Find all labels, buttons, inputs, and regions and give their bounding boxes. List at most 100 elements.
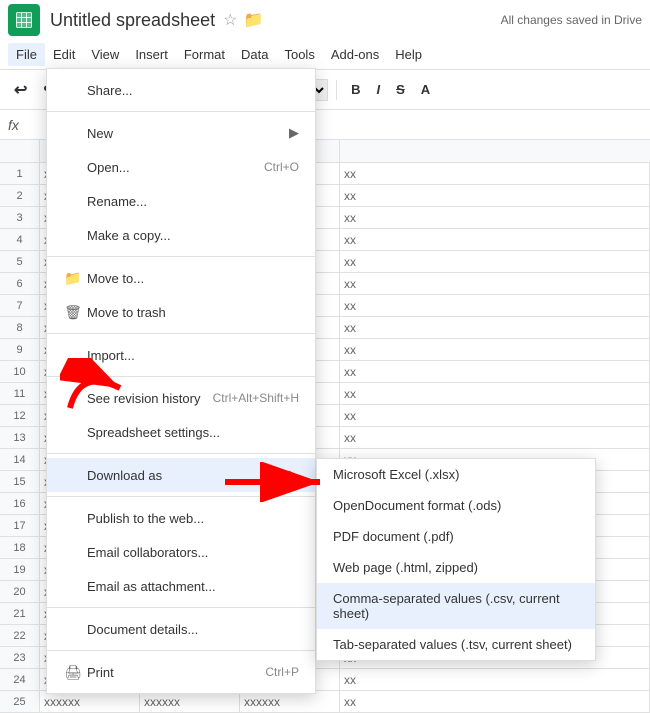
separator2 — [336, 80, 337, 100]
folder-icon[interactable]: 📁 — [243, 10, 263, 30]
menu-download[interactable]: Download as ▶ — [47, 458, 315, 492]
row-number: 11 — [0, 383, 40, 404]
menu-format[interactable]: Format — [176, 43, 233, 66]
menu-settings[interactable]: Spreadsheet settings... — [47, 415, 315, 449]
menu-make-copy[interactable]: Make a copy... — [47, 218, 315, 252]
new-arrow: ▶ — [289, 125, 299, 141]
row-number: 24 — [0, 669, 40, 690]
print-icon: 🖨 — [63, 664, 83, 681]
file-menu-section-move: 📁 Move to... 🗑 Move to trash — [47, 257, 315, 334]
fx-label: fx — [8, 117, 19, 133]
menu-new[interactable]: New ▶ — [47, 116, 315, 150]
cell-rest4[interactable]: xx — [340, 229, 650, 250]
cell-rest24[interactable]: xx — [340, 669, 650, 690]
table-row[interactable]: 25 xxxxxx xxxxxx xxxxxx xx — [0, 691, 650, 713]
row-number: 18 — [0, 537, 40, 558]
file-menu-section-share: Share... — [47, 69, 315, 112]
menu-share[interactable]: Share... — [47, 73, 315, 107]
menu-publish[interactable]: Publish to the web... — [47, 501, 315, 535]
menu-help[interactable]: Help — [387, 43, 430, 66]
menu-tools[interactable]: Tools — [276, 43, 322, 66]
row-number: 23 — [0, 647, 40, 668]
cell-rest11[interactable]: xx — [340, 383, 650, 404]
submenu-ods[interactable]: OpenDocument format (.ods) — [317, 490, 595, 521]
file-menu-section-import: Import... — [47, 334, 315, 377]
submenu-tsv[interactable]: Tab-separated values (.tsv, current shee… — [317, 629, 595, 660]
menu-addons[interactable]: Add-ons — [323, 43, 387, 66]
menu-bar: File Edit View Insert Format Data Tools … — [0, 40, 650, 70]
cell-d25[interactable]: xxxxxx — [40, 691, 140, 712]
cell-rest7[interactable]: xx — [340, 295, 650, 316]
menu-move-to[interactable]: 📁 Move to... — [47, 261, 315, 295]
undo-button[interactable]: ↩ — [8, 78, 33, 102]
menu-edit[interactable]: Edit — [45, 43, 83, 66]
menu-open[interactable]: Open... Ctrl+O — [47, 150, 315, 184]
submenu-csv[interactable]: Comma-separated values (.csv, current sh… — [317, 583, 595, 629]
row-number: 25 — [0, 691, 40, 712]
cell-rest8[interactable]: xx — [340, 317, 650, 338]
title-bar: Untitled spreadsheet ☆ 📁 All changes sav… — [0, 0, 650, 40]
trash-icon: 🗑 — [63, 304, 83, 321]
file-menu-section-new: New ▶ Open... Ctrl+O Rename... Make a co… — [47, 112, 315, 257]
cell-rest5[interactable]: xx — [340, 251, 650, 272]
bold-button[interactable]: B — [345, 80, 366, 99]
row-number: 5 — [0, 251, 40, 272]
revision-shortcut: Ctrl+Alt+Shift+H — [213, 391, 299, 405]
menu-rename[interactable]: Rename... — [47, 184, 315, 218]
print-shortcut: Ctrl+P — [265, 665, 299, 679]
row-number: 12 — [0, 405, 40, 426]
cell-rest2[interactable]: xx — [340, 185, 650, 206]
row-number: 21 — [0, 603, 40, 624]
cell-rest3[interactable]: xx — [340, 207, 650, 228]
download-arrow: ▶ — [289, 467, 299, 483]
cell-e25[interactable]: xxxxxx — [140, 691, 240, 712]
italic-button[interactable]: I — [370, 80, 386, 99]
file-menu-section-print: 🖨 Print Ctrl+P — [47, 651, 315, 693]
row-number: 9 — [0, 339, 40, 360]
row-number: 17 — [0, 515, 40, 536]
row-number: 2 — [0, 185, 40, 206]
row-num-header — [0, 140, 40, 162]
menu-revision[interactable]: See revision history Ctrl+Alt+Shift+H — [47, 381, 315, 415]
col-header-rest — [340, 140, 650, 162]
submenu-html[interactable]: Web page (.html, zipped) — [317, 552, 595, 583]
menu-print[interactable]: 🖨 Print Ctrl+P — [47, 655, 315, 689]
star-icon[interactable]: ☆ — [223, 10, 237, 30]
row-number: 20 — [0, 581, 40, 602]
row-number: 7 — [0, 295, 40, 316]
sheets-logo — [8, 4, 40, 36]
cell-rest9[interactable]: xx — [340, 339, 650, 360]
file-menu-section-download: Download as ▶ — [47, 454, 315, 497]
row-number: 6 — [0, 273, 40, 294]
cell-rest10[interactable]: xx — [340, 361, 650, 382]
row-number: 19 — [0, 559, 40, 580]
menu-import[interactable]: Import... — [47, 338, 315, 372]
submenu-pdf[interactable]: PDF document (.pdf) — [317, 521, 595, 552]
document-title[interactable]: Untitled spreadsheet — [50, 10, 215, 31]
cell-rest12[interactable]: xx — [340, 405, 650, 426]
menu-view[interactable]: View — [83, 43, 127, 66]
row-number: 22 — [0, 625, 40, 646]
cell-rest13[interactable]: xx — [340, 427, 650, 448]
cell-f25[interactable]: xxxxxx — [240, 691, 340, 712]
row-number: 15 — [0, 471, 40, 492]
menu-email-collab[interactable]: Email collaborators... — [47, 535, 315, 569]
menu-data[interactable]: Data — [233, 43, 276, 66]
menu-file[interactable]: File — [8, 43, 45, 66]
row-number: 8 — [0, 317, 40, 338]
file-menu-section-details: Document details... — [47, 608, 315, 651]
strikethrough-button[interactable]: S — [390, 80, 411, 99]
row-number: 14 — [0, 449, 40, 470]
text-color-button[interactable]: A — [415, 80, 436, 99]
menu-trash[interactable]: 🗑 Move to trash — [47, 295, 315, 329]
moveto-icon: 📁 — [63, 270, 83, 287]
file-menu-section-publish: Publish to the web... Email collaborator… — [47, 497, 315, 608]
cell-rest25[interactable]: xx — [340, 691, 650, 712]
file-menu: Share... New ▶ Open... Ctrl+O Rename... … — [46, 68, 316, 694]
submenu-xlsx[interactable]: Microsoft Excel (.xlsx) — [317, 459, 595, 490]
row-number: 13 — [0, 427, 40, 448]
cell-rest1[interactable]: xx — [340, 163, 650, 184]
cell-rest6[interactable]: xx — [340, 273, 650, 294]
menu-insert[interactable]: Insert — [127, 43, 176, 66]
menu-email-attach[interactable]: Email as attachment... — [47, 569, 315, 603]
